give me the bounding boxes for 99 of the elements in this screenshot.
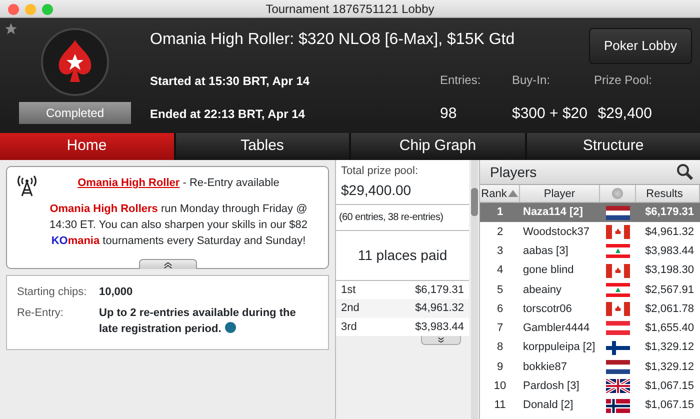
rank-cell-text: 11 (493, 398, 507, 414)
tab[interactable]: Structure (526, 133, 700, 160)
close-button[interactable] (8, 4, 19, 15)
player-name: Naza114 [2] (522, 205, 584, 220)
rank-cell-text: 4 (496, 263, 504, 278)
norwegian-flag-icon (606, 398, 630, 413)
player-name: korppuleipa [2] (522, 340, 596, 356)
tab[interactable]: Chip Graph (351, 133, 524, 160)
result-cell-text: $3,983.44 (644, 244, 695, 259)
player-name: Gambler4444 (522, 321, 591, 336)
tab[interactable]: Home (0, 133, 174, 160)
tab[interactable]: Tables (176, 133, 349, 160)
rank-cell-text: 3 (496, 244, 504, 259)
detail-value: Up to 2 re-entries available during the late registration period. (99, 306, 297, 336)
stat-label: Entries: (440, 72, 482, 90)
detail-label: Re-Entry: (17, 306, 64, 320)
rank-cell-text: 7 (496, 321, 504, 336)
place-label: 1st (341, 282, 356, 298)
player-row[interactable]: 3 aabas [3] $3,983.44 (480, 242, 700, 261)
column-header[interactable]: Results (636, 185, 700, 202)
result-cell-text: $2,567.91 (644, 282, 695, 298)
player-row[interactable]: 10 Pardosh [3] $1,067.15 (480, 376, 700, 396)
player-row[interactable]: 2 Woodstock37 $4,961.32 (480, 222, 700, 242)
canadian-flag-icon (606, 224, 630, 239)
lebanese-flag-icon (606, 282, 630, 297)
expand-handle[interactable] (421, 336, 461, 345)
player-row[interactable]: 6 torscotr06 $2,061.78 (480, 299, 700, 319)
poker-lobby-button[interactable]: Poker Lobby (589, 28, 692, 64)
tournament-link[interactable]: Omania High Roller (78, 177, 180, 189)
player-row[interactable]: 1 Naza114 [2] $6,179.31 (480, 203, 700, 222)
dutch-flag-icon (606, 206, 630, 220)
player-name: Pardosh [3] (522, 379, 580, 394)
result-cell-text: $1,329.12 (644, 360, 695, 375)
broadcast-tower-icon (17, 175, 37, 197)
british-flag-icon (606, 379, 630, 394)
prize-amount: $4,961.32 (415, 301, 464, 316)
search-icon[interactable] (676, 163, 694, 181)
player-name: gone blind (522, 263, 575, 278)
player-name: Donald [2] (522, 398, 574, 414)
result-cell-text: $1,067.15 (644, 379, 695, 394)
rank-cell-text: 10 (492, 379, 508, 394)
stat-value: 98 (440, 104, 458, 124)
canadian-flag-icon (606, 302, 630, 316)
message-text: Omania High Rollers run Monday through Friday @ 14:30 ET. You can also sharpen your skills in our $82 KOmania tournaments every Saturday and Sunday! (48, 202, 309, 249)
detail-value: 10,000 (99, 285, 134, 300)
stat-value: $300 + $20 (512, 104, 588, 124)
player-row[interactable]: 5 abeainy $2,567.91 (480, 280, 700, 300)
rank-cell-text: 2 (496, 224, 504, 240)
player-name: bokkie87 (522, 360, 568, 375)
stat-label: Prize Pool: (592, 72, 652, 90)
rank-cell-text: 5 (496, 282, 504, 298)
rank-cell-text: 9 (496, 360, 504, 375)
result-cell-text: $6,179.31 (644, 205, 695, 220)
canadian-flag-icon (606, 264, 630, 278)
player-name: Woodstock37 (522, 224, 590, 240)
stat-value: $29,400 (596, 104, 652, 124)
player-row[interactable]: 9 bokkie87 $1,329.12 (480, 357, 700, 377)
place-label: 3rd (341, 320, 357, 334)
entries-text: (60 entries, 38 re-entries) (336, 204, 469, 230)
rank-cell-text: 6 (496, 302, 504, 317)
dutch-flag-icon (606, 360, 630, 374)
player-name: abeainy (522, 282, 563, 298)
player-row[interactable]: 7 Gambler4444 $1,655.40 (480, 318, 700, 338)
player-name: aabas [3] (522, 244, 570, 259)
prize-pool-value: $29,400.00 (341, 180, 412, 200)
rank-cell-text: 1 (496, 205, 504, 220)
lebanese-flag-icon (606, 244, 630, 258)
result-cell-text: $1,067.15 (644, 398, 695, 414)
window-title: Tournament 1876751121 Lobby (266, 2, 434, 16)
message-text: Omania High Roller - Re-Entry available (76, 176, 280, 191)
player-row[interactable]: 4 gone blind $3,198.30 (480, 260, 700, 280)
collapse-handle[interactable] (138, 259, 196, 269)
prize-amount: $6,179.31 (415, 282, 464, 298)
player-row[interactable]: 11 Donald [2] $1,067.15 (480, 396, 700, 416)
status-ribbon: Completed (19, 102, 131, 124)
column-header[interactable]: Player (520, 185, 600, 202)
start-time: Started at 15:30 BRT, Apr 14 (150, 72, 311, 90)
prize-amount: $3,983.44 (415, 320, 464, 334)
stat-label: Buy-In: (512, 72, 552, 90)
result-cell-text: $2,061.78 (644, 302, 695, 317)
players-title: Players (490, 162, 537, 182)
austrian-flag-icon (606, 321, 630, 336)
detail-label: Starting chips: (17, 285, 88, 300)
info-icon[interactable] (225, 322, 236, 332)
place-label: 2nd (341, 301, 360, 316)
spade-logo-icon (41, 28, 109, 96)
finnish-flag-icon (606, 340, 630, 355)
result-cell-text: $1,329.12 (644, 340, 695, 356)
player-row[interactable]: 8 korppuleipa [2] $1,329.12 (480, 338, 700, 358)
result-cell-text: $1,655.40 (644, 321, 695, 336)
tournament-title: Omania High Roller: $320 NLO8 [6-Max], $15K Gtd (150, 30, 516, 50)
result-cell-text: $3,198.30 (644, 263, 695, 278)
end-time: Ended at 22:13 BRT, Apr 14 (150, 106, 306, 124)
prize-pool-label: Total prize pool: (341, 164, 420, 179)
result-cell-text: $4,961.32 (644, 224, 695, 240)
rank-cell-text: 8 (496, 340, 504, 356)
player-name: torscotr06 (522, 302, 573, 317)
star-icon[interactable] (4, 22, 18, 36)
scrollbar[interactable] (471, 160, 478, 419)
